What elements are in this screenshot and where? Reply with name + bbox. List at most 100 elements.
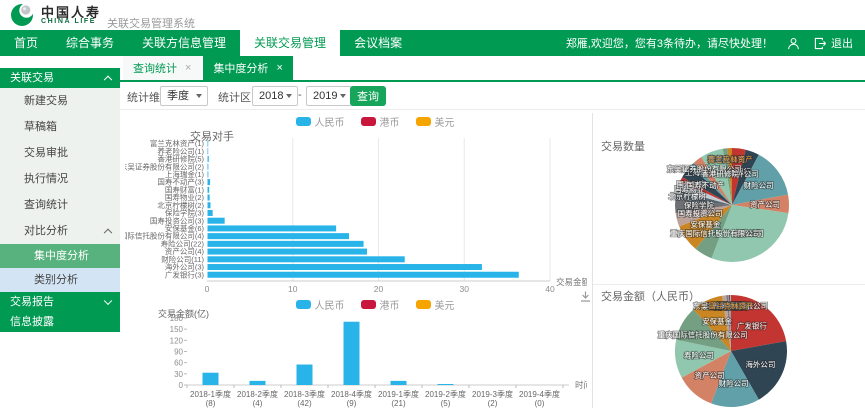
svg-text:(2): (2) (488, 399, 498, 408)
svg-text:重庆国际信托股份有限公司: 重庆国际信托股份有限公司 (658, 329, 748, 339)
svg-text:财险公司: 财险公司 (744, 180, 774, 190)
nav-item-5[interactable]: 会议档案 (340, 30, 416, 56)
legend-label: 人民币 (315, 114, 345, 129)
svg-text:30: 30 (174, 370, 183, 379)
svg-text:2018-3季度: 2018-3季度 (284, 389, 325, 399)
logout-icon (814, 37, 827, 50)
svg-text:(8): (8) (206, 399, 216, 408)
tab-label: 集中度分析 (213, 60, 268, 76)
svg-text:150: 150 (170, 325, 184, 334)
svg-text:90: 90 (174, 348, 183, 357)
sidebar-item-1[interactable]: 关联交易 (0, 68, 120, 88)
nav-right: 郑雁,欢迎您，您有3条待办，请尽快处理！ 退出 (566, 30, 865, 56)
caret-up-icon (104, 76, 112, 84)
svg-text:资产公司: 资产公司 (695, 370, 725, 380)
stat-dimension-select[interactable]: 季度 (160, 86, 208, 106)
quarterly-amount-bar-chart: 0306090120150180时间2018-1季度(8)2018-2季度(4)… (125, 315, 587, 408)
app-header: 中国人寿 CHINA LIFE 关联交易管理系统 (0, 0, 865, 30)
svg-text:(21): (21) (391, 399, 406, 408)
svg-text:2019-1季度: 2019-1季度 (378, 389, 419, 399)
svg-text:安保基金: 安保基金 (702, 316, 732, 326)
nav-item-1[interactable]: 首页 (0, 30, 52, 56)
svg-text:时间: 时间 (575, 380, 587, 390)
svg-text:(0): (0) (535, 399, 545, 408)
svg-text:国寿不动产: 国寿不动产 (687, 180, 725, 190)
sidebar-menu: 关联交易新建交易草稿箱交易审批执行情况查询统计对比分析集中度分析类别分析交易报告… (0, 68, 120, 332)
svg-text:(42): (42) (297, 399, 312, 408)
range-start-select[interactable]: 2018 (252, 86, 298, 106)
svg-text:交易金额(亿): 交易金额(亿) (556, 277, 587, 287)
legend-swatch (296, 300, 311, 309)
logout-button[interactable]: 退出 (814, 35, 853, 51)
system-title: 关联交易管理系统 (107, 15, 195, 31)
svg-text:香港研修院: 香港研修院 (701, 169, 739, 179)
sidebar-item-7[interactable]: 对比分析 (0, 218, 120, 244)
svg-text:重庆国际信托股份有限公司: 重庆国际信托股份有限公司 (670, 228, 760, 238)
sidebar-item-8[interactable]: 集中度分析 (0, 244, 120, 268)
nav-item-2[interactable]: 综合事务 (52, 30, 128, 56)
svg-text:保险学院: 保险学院 (684, 200, 714, 210)
svg-text:富兰克林资产: 富兰克林资产 (708, 154, 753, 164)
tab-1[interactable]: 查询统计 × (123, 56, 201, 80)
brand-name-en: CHINA LIFE (41, 18, 96, 25)
main-content: 查询统计 × 集中度分析 × 统计维度: 季度 统计区间: 2018 - 2019 查… (120, 56, 865, 408)
legend-item-港币[interactable]: 港币 (361, 297, 400, 312)
range-end-select[interactable]: 2019 (306, 86, 352, 106)
search-button[interactable]: 查询 (350, 86, 386, 106)
svg-text:海外公司: 海外公司 (745, 359, 775, 369)
legend-item-美元[interactable]: 美元 (416, 114, 455, 129)
legend-swatch (361, 300, 376, 309)
svg-text:广发银行(3): 广发银行(3) (165, 269, 205, 279)
tab-label: 查询统计 (133, 60, 177, 76)
sidebar-item-10[interactable]: 交易报告 (0, 292, 120, 312)
svg-text:2019-2季度: 2019-2季度 (425, 389, 466, 399)
svg-text:0: 0 (205, 284, 210, 294)
svg-text:2018-1季度: 2018-1季度 (190, 389, 231, 399)
sidebar-item-3[interactable]: 草稿箱 (0, 114, 120, 140)
tab-close-icon[interactable]: × (276, 63, 282, 74)
sidebar-item-4[interactable]: 交易审批 (0, 140, 120, 166)
svg-text:(4): (4) (253, 399, 263, 408)
download-icon[interactable] (579, 290, 592, 303)
legend-label: 港币 (380, 297, 400, 312)
sidebar-item-9[interactable]: 类别分析 (0, 268, 120, 292)
china-life-logo-icon (10, 3, 34, 27)
filter-bar: 统计维度: 季度 统计区间: 2018 - 2019 查询 (120, 82, 865, 110)
sidebar: 关联交易新建交易草稿箱交易审批执行情况查询统计对比分析集中度分析类别分析交易报告… (0, 56, 120, 408)
legend-item-港币[interactable]: 港币 (361, 114, 400, 129)
charts-area: 人民币港币美元 交易对手 010203040交易金额(亿)富兰克林资产(1)养老… (120, 110, 865, 408)
svg-text:40: 40 (545, 284, 555, 294)
legend-item-美元[interactable]: 美元 (416, 297, 455, 312)
horizontal-divider (593, 284, 865, 285)
transaction-count-pie-chart: 广发银行海外公司财险公司资产公司寿险公司重庆国际信托股份有限公司安保基金国寿投资… (630, 143, 855, 268)
legend-item-人民币[interactable]: 人民币 (296, 114, 345, 129)
app-window: 中国人寿 CHINA LIFE 关联交易管理系统 首页综合事务关联方信息管理关联… (0, 0, 865, 408)
user-icon[interactable] (787, 37, 800, 50)
svg-text:10: 10 (288, 284, 298, 294)
nav-item-3[interactable]: 关联方信息管理 (128, 30, 240, 56)
tab-2[interactable]: 集中度分析 × (203, 56, 292, 80)
sidebar-item-2[interactable]: 新建交易 (0, 88, 120, 114)
legend-label: 美元 (435, 114, 455, 129)
legend-swatch (296, 117, 311, 126)
svg-text:(5): (5) (441, 399, 451, 408)
legend-swatch (416, 117, 431, 126)
sidebar-item-5[interactable]: 执行情况 (0, 166, 120, 192)
svg-text:2018-2季度: 2018-2季度 (237, 389, 278, 399)
svg-text:2019-4季度: 2019-4季度 (519, 389, 560, 399)
range-separator: - (298, 89, 302, 101)
svg-text:2019-3季度: 2019-3季度 (472, 389, 513, 399)
svg-text:2018-4季度: 2018-4季度 (331, 389, 372, 399)
rmb-amount-pie-chart: 广发银行海外公司财险公司资产公司寿险公司重庆国际信托股份有限公司安保基金国寿投资… (630, 293, 855, 408)
counterparty-bar-chart: 010203040交易金额(亿)富兰克林资产(1)养老险公司(1)香港研修院(5… (125, 138, 587, 294)
svg-text:资产公司: 资产公司 (750, 199, 780, 209)
svg-text:安保基金: 安保基金 (690, 219, 720, 229)
nav-item-4[interactable]: 关联交易管理 (240, 30, 340, 56)
svg-text:广发银行: 广发银行 (737, 321, 767, 331)
legend-item-人民币[interactable]: 人民币 (296, 297, 345, 312)
welcome-message: 郑雁,欢迎您，您有3条待办，请尽快处理！ (566, 35, 773, 51)
tab-close-icon[interactable]: × (185, 63, 191, 74)
sidebar-item-6[interactable]: 查询统计 (0, 192, 120, 218)
svg-text:富兰克林资产: 富兰克林资产 (708, 301, 753, 311)
sidebar-item-11[interactable]: 信息披露 (0, 312, 120, 332)
